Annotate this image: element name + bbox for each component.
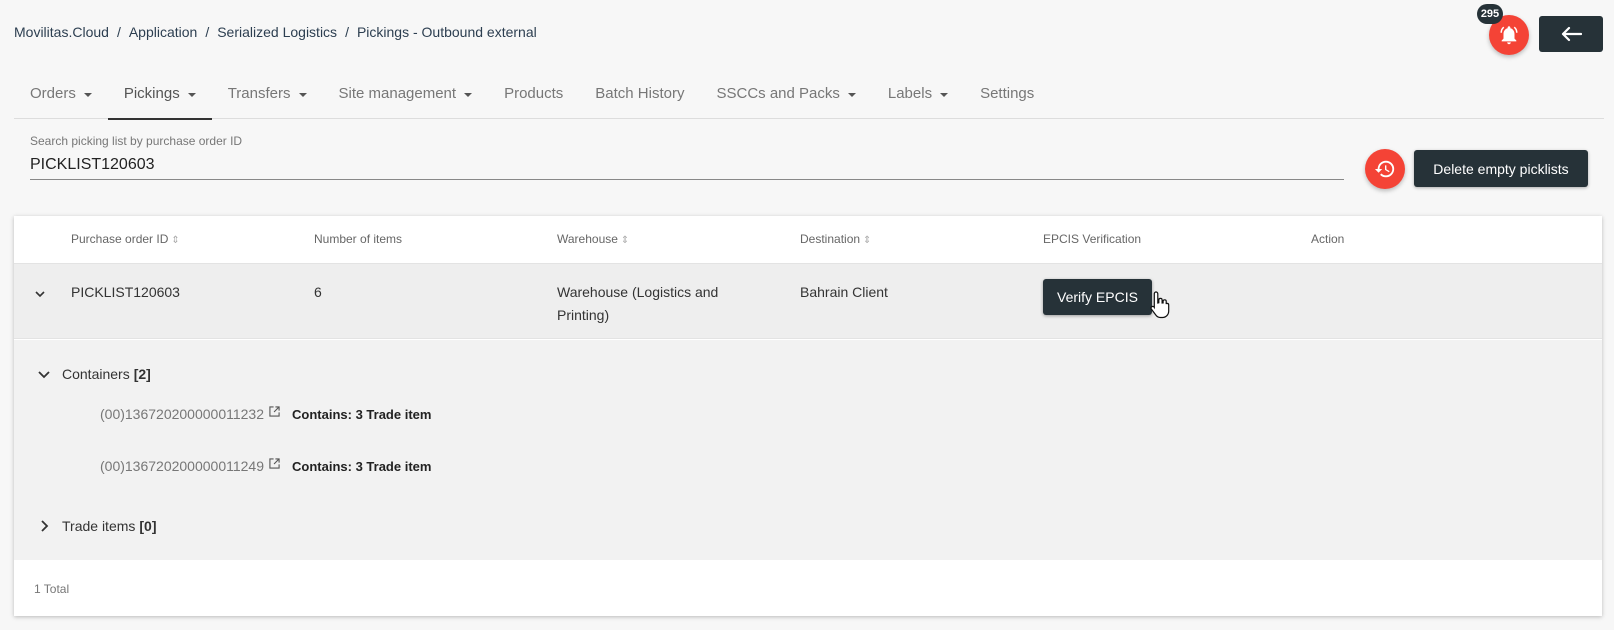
caret-down-icon <box>187 93 196 97</box>
trade-items-toggle[interactable]: Trade items [0] <box>36 518 157 534</box>
tab-pickings[interactable]: Pickings <box>107 78 212 120</box>
breadcrumb-item-movilitas[interactable]: Movilitas.Cloud <box>14 24 109 40</box>
tab-label: Transfers <box>227 85 291 102</box>
tab-products[interactable]: Products <box>488 78 579 119</box>
containers-count: [2] <box>133 366 151 382</box>
containers-label: Containers <box>62 366 130 382</box>
breadcrumb-separator: / <box>205 24 210 40</box>
arrow-left-icon <box>1561 26 1582 42</box>
total-count: 1 Total <box>34 582 70 596</box>
tab-label: Batch History <box>595 85 685 102</box>
sort-icon: ⇕ <box>620 235 630 246</box>
tab-labels[interactable]: Labels <box>872 78 964 119</box>
tab-label: Orders <box>30 85 76 102</box>
bell-icon <box>1500 26 1518 45</box>
breadcrumb: Movilitas.Cloud / Application / Serializ… <box>14 24 537 40</box>
container-id-link[interactable]: (00)136720200000011232 <box>100 406 264 422</box>
pickings-table: Purchase order ID ⇕ Number of items Wareh… <box>14 216 1602 616</box>
breadcrumb-item-current: Pickings - Outbound external <box>356 24 537 40</box>
external-link-icon[interactable] <box>269 405 280 417</box>
history-icon <box>1374 160 1395 178</box>
cell-warehouse: Warehouse (Logistics and Printing) <box>557 281 718 327</box>
chevron-down-icon[interactable] <box>34 290 46 298</box>
trade-items-count: [0] <box>139 518 157 534</box>
cell-items: 6 <box>314 284 322 300</box>
breadcrumb-item-application[interactable]: Application <box>129 24 198 40</box>
tab-label: Labels <box>887 85 933 102</box>
contains-label: Contains: 3 Trade item <box>292 458 432 474</box>
header-label: EPCIS Verification <box>1043 232 1142 246</box>
column-header-warehouse[interactable]: Warehouse ⇕ <box>557 232 629 246</box>
external-link-icon[interactable] <box>269 457 280 469</box>
back-button[interactable] <box>1539 16 1603 52</box>
chevron-right-icon <box>41 520 49 532</box>
tab-label: Pickings <box>123 85 180 102</box>
column-header-items: Number of items <box>314 232 402 246</box>
tab-settings[interactable]: Settings <box>964 78 1050 119</box>
sort-icon: ⇕ <box>171 235 180 246</box>
cell-warehouse-line: Printing) <box>557 307 610 323</box>
column-header-po-id[interactable]: Purchase order ID ⇕ <box>71 232 180 246</box>
column-header-epcis: EPCIS Verification <box>1043 232 1141 246</box>
verify-epcis-button[interactable]: Verify EPCIS <box>1043 279 1152 315</box>
breadcrumb-separator: / <box>116 24 121 40</box>
caret-down-icon <box>940 93 949 97</box>
column-header-action: Action <box>1311 232 1344 246</box>
history-button[interactable] <box>1365 149 1405 189</box>
table-header: Purchase order ID ⇕ Number of items Wareh… <box>14 216 1602 264</box>
table-row: PICKLIST120603 6 Warehouse (Logistics an… <box>14 264 1602 339</box>
tab-label: SSCCs and Packs <box>716 85 840 102</box>
breadcrumb-separator: / <box>345 24 349 40</box>
header-label: Number of items <box>314 232 403 246</box>
hand-cursor-icon <box>1150 291 1170 319</box>
breadcrumb-item-serialized-logistics[interactable]: Serialized Logistics <box>217 24 337 40</box>
tab-label: Site management <box>338 85 457 102</box>
container-id-link[interactable]: (00)136720200000011249 <box>100 458 264 474</box>
tab-label: Settings <box>980 85 1035 102</box>
tab-label: Products <box>504 85 564 102</box>
cell-po-id: PICKLIST120603 <box>71 284 180 300</box>
search-input[interactable] <box>30 150 1344 180</box>
header-label: Warehouse <box>557 232 618 246</box>
contains-label: Contains: 3 Trade item <box>292 406 432 422</box>
main-tabs: Orders Pickings Transfers Site managemen… <box>14 78 1604 120</box>
containers-toggle[interactable]: Containers [2] <box>36 366 151 382</box>
tab-transfers[interactable]: Transfers <box>212 78 323 119</box>
cell-warehouse-line: Warehouse (Logistics and <box>557 284 719 300</box>
trade-items-label: Trade items <box>62 518 136 534</box>
delete-empty-picklists-button[interactable]: Delete empty picklists <box>1414 150 1588 187</box>
cell-destination: Bahrain Client <box>800 284 888 300</box>
column-header-destination[interactable]: Destination ⇕ <box>800 232 871 246</box>
caret-down-icon <box>847 93 856 97</box>
header-label: Destination <box>800 232 861 246</box>
header-label: Purchase order ID <box>71 232 169 246</box>
tab-site-management[interactable]: Site management <box>323 78 489 119</box>
header-label: Action <box>1311 232 1345 246</box>
tab-orders[interactable]: Orders <box>14 78 108 119</box>
sort-icon: ⇕ <box>863 235 872 246</box>
tab-ssccs-packs[interactable]: SSCCs and Packs <box>700 78 871 119</box>
caret-down-icon <box>83 93 92 97</box>
caret-down-icon <box>298 93 307 97</box>
list-item: (00)136720200000011232 Contains: 3 Trade… <box>100 405 432 422</box>
chevron-down-icon <box>38 371 50 379</box>
search-label: Search picking list by purchase order ID <box>30 134 243 148</box>
tab-batch-history[interactable]: Batch History <box>579 78 700 119</box>
list-item: (00)136720200000011249 Contains: 3 Trade… <box>100 457 432 474</box>
notification-count-badge: 295 <box>1477 4 1503 24</box>
caret-down-icon <box>464 93 473 97</box>
row-details: Containers [2] (00)136720200000011232 Co… <box>14 340 1602 560</box>
